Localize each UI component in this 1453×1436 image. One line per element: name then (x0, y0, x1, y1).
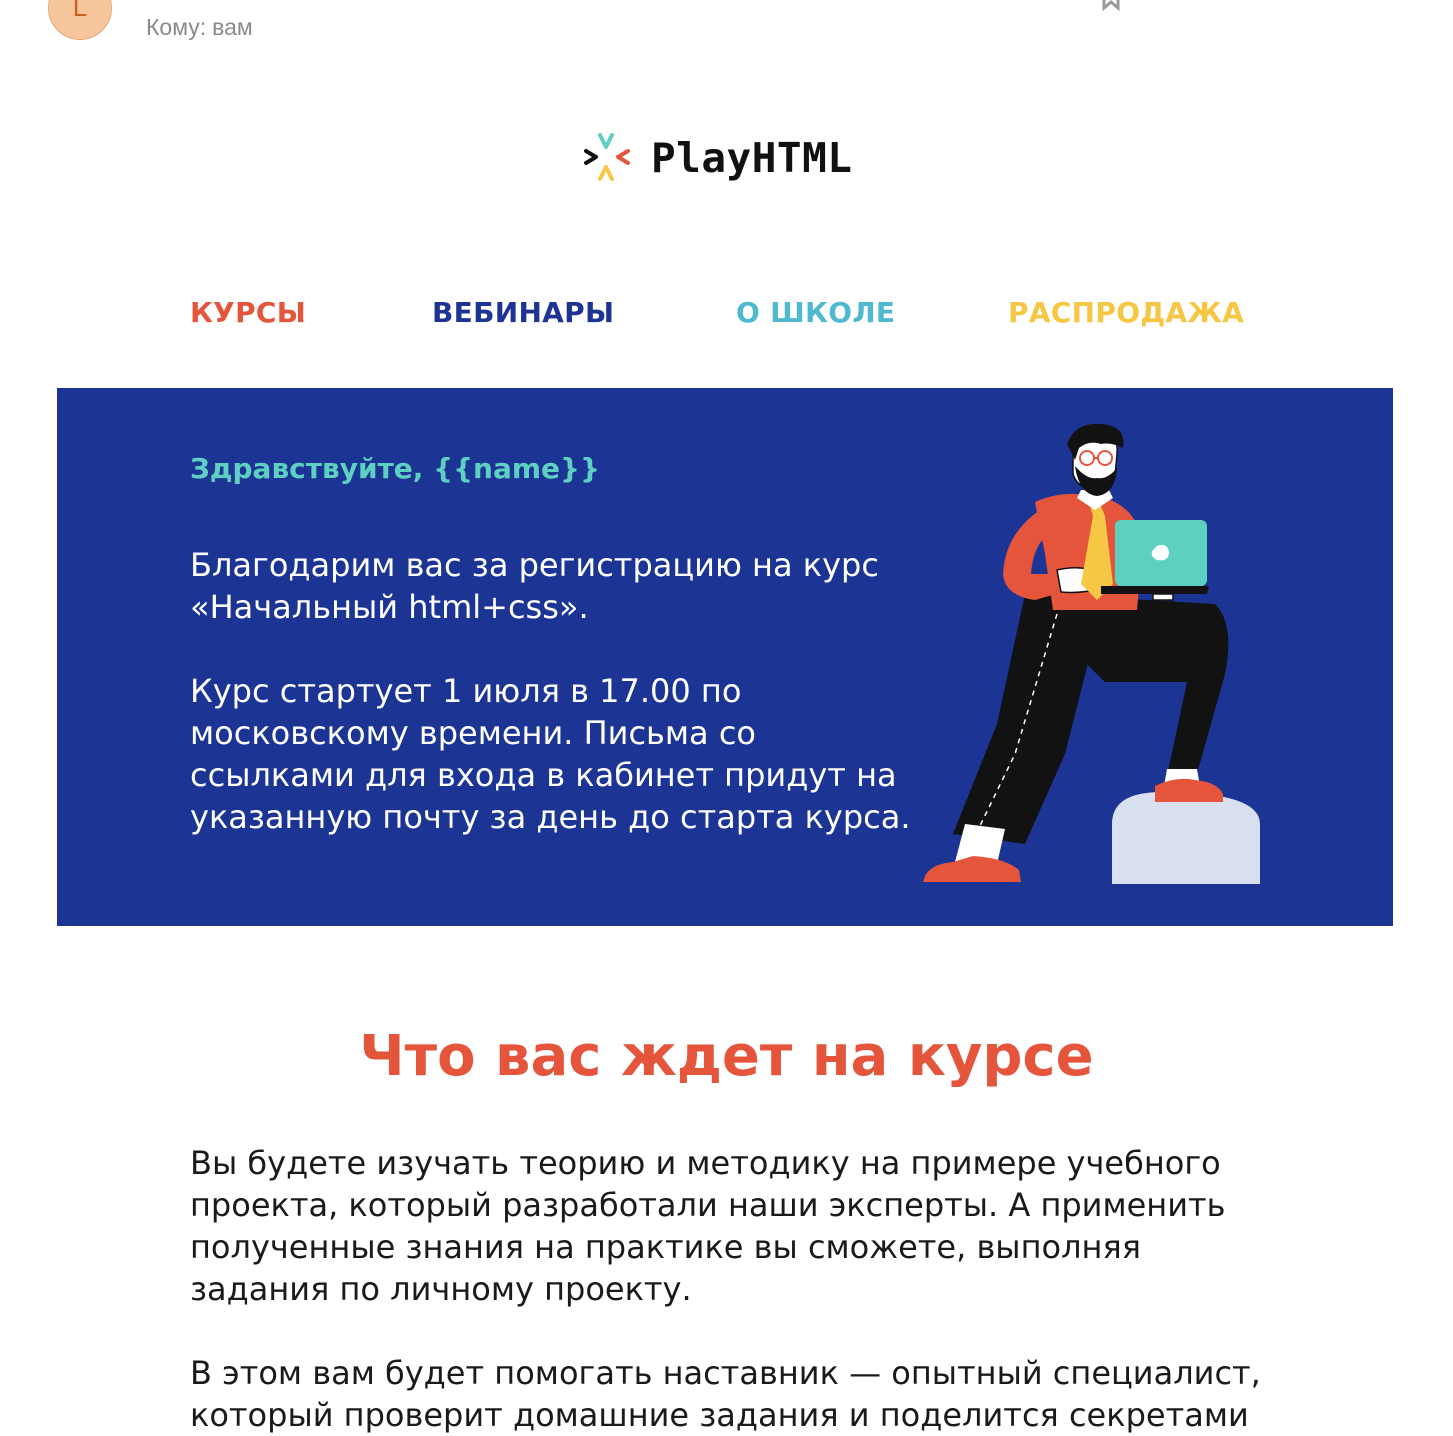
window-icon[interactable] (1238, 0, 1268, 12)
avatar[interactable]: L (48, 0, 112, 40)
nav-sale[interactable]: РАСПРОДАЖА (1008, 296, 1244, 329)
playhtml-logo-icon (584, 133, 630, 181)
section-paragraph-theory: Вы будете изучать теорию и методику на п… (190, 1144, 1226, 1308)
section-paragraph-mentor: В этом вам будет помогать наставник — оп… (190, 1354, 1261, 1434)
logo[interactable]: PlayHTML (583, 130, 852, 186)
main-nav: КУРСЫ ВЕБИНАРЫ О ШКОЛЕ РАСПРОДАЖА (0, 296, 1453, 336)
nav-webinars[interactable]: ВЕБИНАРЫ (432, 296, 614, 329)
mail-header: L Кому: вам (0, 0, 1453, 60)
recipient-label: Кому: (146, 14, 207, 40)
nav-courses[interactable]: КУРСЫ (190, 296, 306, 329)
bookmark-icon[interactable] (1096, 0, 1126, 12)
recipient-line: Кому: вам (146, 14, 259, 41)
nav-about[interactable]: О ШКОЛЕ (736, 296, 895, 329)
print-icon[interactable] (1308, 0, 1338, 12)
section-title: Что вас ждет на курсе (359, 1024, 1094, 1089)
developer-with-laptop-illustration (923, 424, 1260, 884)
video-icon[interactable] (1166, 0, 1196, 12)
hero-banner: Здравствуйте, {{name}} Благодарим вас за… (57, 388, 1393, 926)
greeting: Здравствуйте, {{name}} (190, 452, 600, 485)
recipient-value: вам (212, 14, 253, 40)
avatar-letter: L (72, 0, 88, 22)
hero-paragraph-start: Курс стартует 1 июля в 17.00 по московск… (190, 672, 911, 836)
logo-text: PlayHTML (651, 134, 853, 182)
hero-paragraph-registration: Благодарим вас за регистрацию на курс «Н… (190, 546, 879, 626)
